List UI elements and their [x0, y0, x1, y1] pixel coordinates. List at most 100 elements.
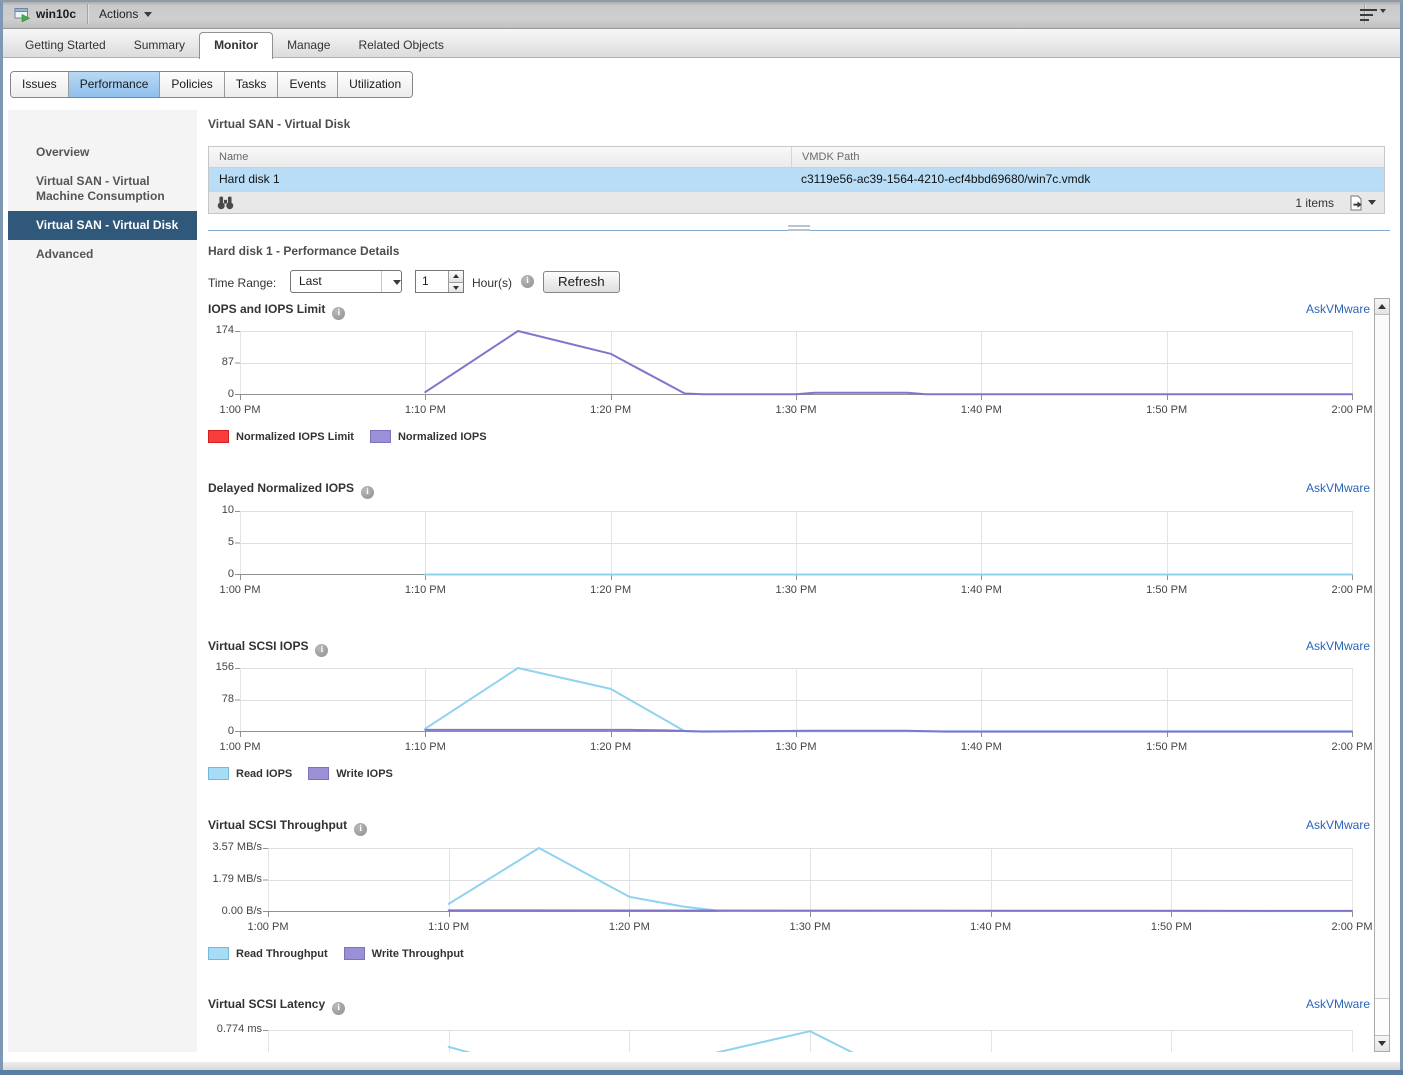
charts-scrollbar[interactable] — [1374, 298, 1390, 1052]
subtab-events[interactable]: Events — [277, 72, 338, 97]
scrollbar-up-button[interactable] — [1375, 299, 1389, 315]
scrollbar-thumb[interactable] — [1375, 316, 1389, 999]
x-axis-label: 2:00 PM — [1331, 404, 1373, 416]
stepper-down-button[interactable] — [449, 281, 463, 292]
scrollbar-down-button[interactable] — [1375, 1035, 1389, 1051]
performance-details-title: Hard disk 1 - Performance Details — [208, 244, 400, 258]
y-axis-label: 0.774 ms — [216, 1023, 262, 1035]
tab-summary[interactable]: Summary — [120, 31, 199, 59]
y-axis-label: 78 — [221, 693, 234, 705]
legend-swatch — [208, 430, 229, 443]
tab-monitor[interactable]: Monitor — [199, 32, 274, 59]
tab-manage[interactable]: Manage — [273, 31, 344, 59]
disk-table-title: Virtual SAN - Virtual Disk — [208, 117, 351, 131]
x-axis-label: 1:50 PM — [1146, 741, 1188, 753]
chart-header-virtual-scsi-iops: Virtual SCSI IOPS AskVMware — [208, 639, 1374, 657]
chart-title: Virtual SCSI Throughput — [208, 818, 348, 832]
tab-related-objects[interactable]: Related Objects — [344, 31, 457, 59]
chart-iops-and-iops-limit: IOPS and IOPS Limit AskVMware 174 87 0 1:00 P… — [208, 302, 1374, 443]
subtab-performance[interactable]: Performance — [67, 72, 160, 97]
hours-label: Hour(s) — [472, 276, 513, 290]
y-axis-label: 10 — [221, 504, 234, 516]
window-menu-icon[interactable] — [1360, 8, 1386, 22]
chart-virtual-scsi-iops: Virtual SCSI IOPS AskVMware 156 78 0 1:00 PM 1… — [208, 639, 1374, 780]
legend-swatch — [208, 947, 229, 960]
x-axis-label: 1:40 PM — [960, 584, 1002, 596]
x-axis-label: 1:50 PM — [1150, 921, 1192, 933]
chart-plot: 10 5 0 — [222, 504, 1353, 580]
x-axis-label: 1:20 PM — [590, 741, 632, 753]
ask-vmware-link[interactable]: AskVMware — [1306, 997, 1370, 1011]
x-axis-label: 1:10 PM — [404, 741, 446, 753]
legend-swatch — [208, 767, 229, 780]
legend-swatch — [308, 767, 330, 780]
x-axis-label: 1:10 PM — [428, 921, 470, 933]
export-caret-icon[interactable] — [1368, 199, 1376, 205]
window-menu-caret-icon — [1380, 9, 1386, 13]
splitter-grip[interactable] — [788, 225, 810, 232]
chart-info-icon[interactable] — [332, 1002, 346, 1015]
chart-info-icon[interactable] — [315, 644, 329, 657]
time-range-info-icon[interactable] — [521, 275, 534, 288]
legend-label: Read Throughput — [236, 947, 328, 960]
y-axis-label: 3.57 MB/s — [212, 841, 262, 853]
x-axis-label: 1:30 PM — [775, 584, 817, 596]
chart-info-icon[interactable] — [354, 823, 368, 836]
x-axis-label: 1:30 PM — [775, 741, 817, 753]
y-axis-label: 0 — [227, 388, 234, 400]
filter-search-icon[interactable] — [217, 195, 234, 210]
chart-title: Virtual SCSI Latency — [208, 997, 326, 1011]
tab-getting-started[interactable]: Getting Started — [11, 31, 120, 59]
chart-title: Virtual SCSI IOPS — [208, 639, 309, 653]
x-axis-label: 1:00 PM — [219, 741, 261, 753]
refresh-button[interactable]: Refresh — [543, 271, 620, 293]
y-axis-label: 174 — [215, 324, 234, 336]
y-axis-label: 0 — [227, 725, 234, 737]
chart-legend: Read IOPS Write IOPS — [208, 767, 393, 780]
subtab-tasks[interactable]: Tasks — [223, 72, 278, 97]
chart-info-icon[interactable] — [332, 307, 346, 320]
table-row[interactable]: Hard disk 1 c3119e56-ac39-1564-4210-ecf4… — [209, 168, 1384, 191]
chart-info-icon[interactable] — [361, 486, 375, 499]
tab-bar: Getting Started Summary Monitor Manage Relat… — [3, 29, 1400, 59]
sidebar: Overview Virtual SAN - Virtual Machine Co… — [8, 110, 197, 1052]
table-header-row: Name VMDK Path — [209, 147, 1384, 168]
x-axis-label: 1:10 PM — [404, 584, 446, 596]
time-range-select[interactable]: Last — [290, 270, 402, 293]
ask-vmware-link[interactable]: AskVMware — [1306, 639, 1370, 653]
subtab-utilization[interactable]: Utilization — [337, 72, 413, 97]
ask-vmware-link[interactable]: AskVMware — [1306, 302, 1370, 316]
x-axis-label: 1:20 PM — [608, 921, 650, 933]
export-list-icon[interactable] — [1348, 195, 1364, 211]
vm-icon — [14, 8, 31, 22]
legend-label: Normalized IOPS — [397, 430, 487, 443]
column-header-vmdk-path[interactable]: VMDK Path — [791, 147, 1384, 167]
stepper-up-button[interactable] — [449, 271, 463, 282]
x-axis-label: 1:30 PM — [775, 404, 817, 416]
sidebar-item-virtual-san-virtual-machine-consumption[interactable]: Virtual SAN - Virtual Machine Consumptio… — [8, 167, 197, 211]
x-axis-label: 2:00 PM — [1331, 584, 1373, 596]
chart-header-iops-and-iops-limit: IOPS and IOPS Limit AskVMware — [208, 302, 1374, 320]
x-axis-label: 1:20 PM — [590, 404, 632, 416]
legend-item-normalized-iops: Normalized IOPS — [369, 430, 487, 443]
column-header-name[interactable]: Name — [209, 147, 791, 167]
legend-label: Normalized IOPS Limit — [236, 430, 354, 443]
x-axis-label: 1:30 PM — [789, 921, 831, 933]
sidebar-item-virtual-san-virtual-disk[interactable]: Virtual SAN - Virtual Disk — [8, 211, 197, 240]
ask-vmware-link[interactable]: AskVMware — [1306, 481, 1370, 495]
charts-scroll-panel: IOPS and IOPS Limit AskVMware 174 87 0 1:00 P… — [208, 298, 1374, 1052]
subtab-policies[interactable]: Policies — [159, 72, 224, 97]
chart-plot: 0.774 ms — [217, 1023, 1353, 1052]
subtab-issues[interactable]: Issues — [11, 72, 68, 97]
hours-stepper[interactable]: 1 — [415, 270, 464, 293]
sidebar-item-advanced[interactable]: Advanced — [8, 240, 197, 269]
x-axis-label: 1:40 PM — [960, 741, 1002, 753]
actions-menu[interactable]: Actions — [99, 7, 153, 21]
sidebar-item-overview[interactable]: Overview — [8, 138, 197, 167]
y-axis-label: 87 — [221, 356, 234, 368]
x-axis-label: 1:50 PM — [1146, 584, 1188, 596]
ask-vmware-link[interactable]: AskVMware — [1306, 818, 1370, 832]
x-axis-label: 1:50 PM — [1146, 404, 1188, 416]
items-count: 1 items — [1295, 195, 1334, 210]
vsphere-window: win10c Actions Getting Started Summary Mon… — [0, 0, 1403, 1075]
